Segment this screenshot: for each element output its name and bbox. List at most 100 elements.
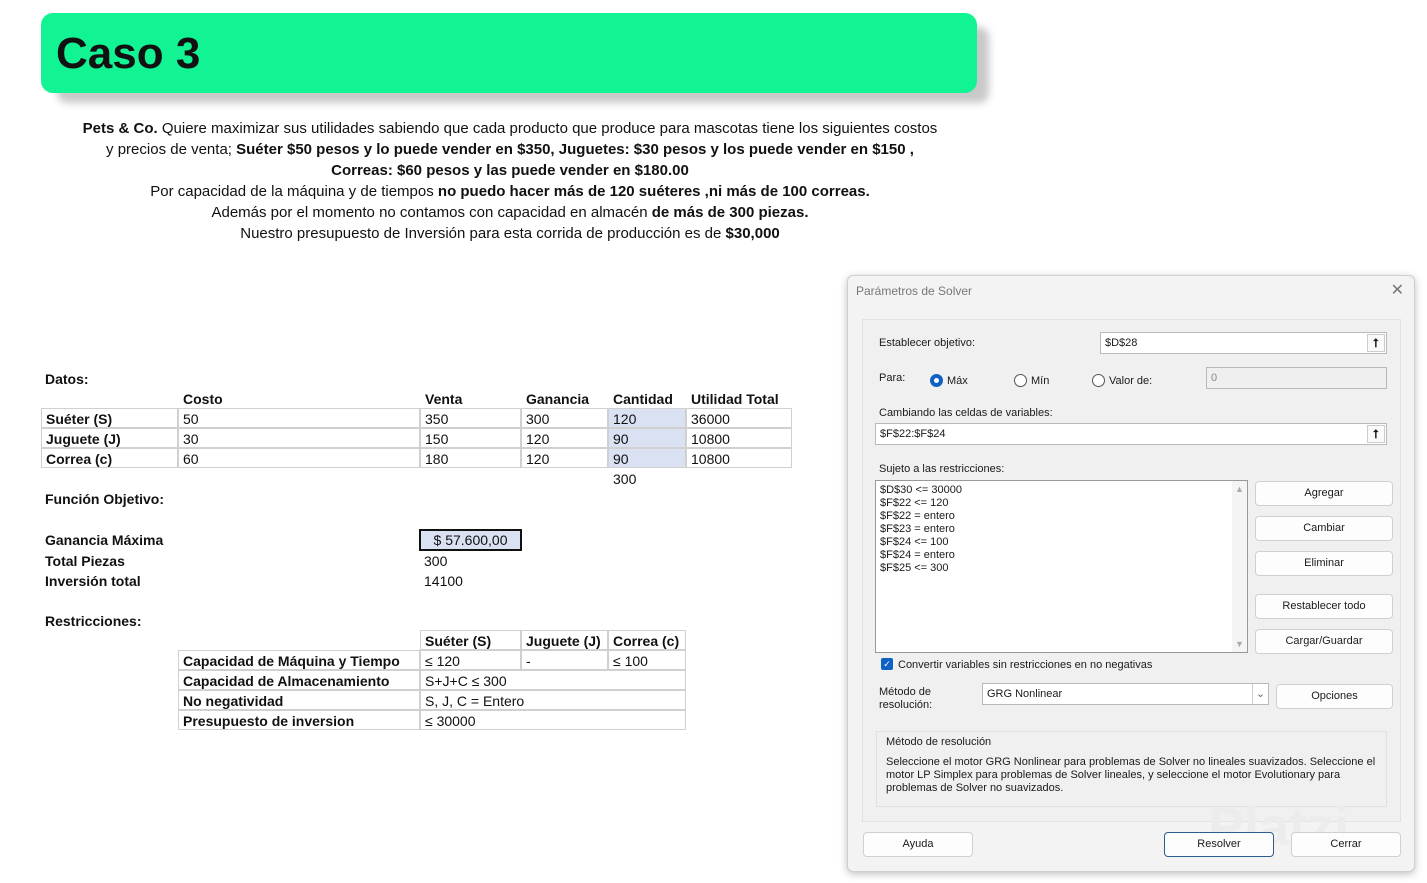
table-cell[interactable]: 50: [178, 408, 420, 428]
table-cell[interactable]: ≤ 30000: [420, 710, 686, 730]
constraints-list[interactable]: $D$30 <= 30000 $F$22 <= 120 $F$22 = entero…: [875, 480, 1248, 653]
intro-text: de más de 300 piezas.: [651, 204, 809, 221]
table-cell[interactable]: S, J, C = Entero: [420, 690, 686, 710]
constraint-item[interactable]: $F$24 = entero: [880, 549, 1243, 562]
eliminar-button[interactable]: Eliminar: [1255, 551, 1393, 576]
intro-text: no puedo hacer más de 120 suéteres ,ni m…: [437, 183, 870, 200]
title-banner: Caso 3: [41, 13, 977, 93]
column-header: Ganancia: [526, 391, 590, 407]
collapse-ref-icon[interactable]: ⭡: [1367, 334, 1385, 352]
cambiando-value: $F$22:$F$24: [880, 428, 946, 440]
min-label: Mín: [1031, 375, 1050, 387]
ganancia-label: Ganancia Máxima: [45, 532, 164, 548]
checkbox-label: Convertir variables sin restricciones en…: [898, 659, 1153, 671]
table-cell[interactable]: S+J+C ≤ 300: [420, 670, 686, 690]
checkbox-nonneg[interactable]: ✓: [881, 658, 893, 670]
close-icon[interactable]: ✕: [1391, 280, 1404, 300]
cerrar-button[interactable]: Cerrar: [1291, 832, 1401, 857]
intro-text: $30,000: [725, 225, 780, 242]
cambiando-input[interactable]: $F$22:$F$24 ⭡: [875, 423, 1387, 445]
metodo-value: GRG Nonlinear: [987, 688, 1063, 700]
table-cell[interactable]: 10800: [686, 428, 792, 448]
cambiando-label: Cambiando las celdas de variables:: [879, 407, 1053, 419]
radio-valor[interactable]: [1092, 374, 1105, 387]
opciones-button[interactable]: Opciones: [1276, 684, 1393, 709]
column-header: Costo: [183, 391, 223, 407]
problem-statement: Pets & Co. Quiere maximizar sus utilidad…: [40, 118, 980, 244]
inversion-value: 14100: [424, 573, 463, 589]
table-cell[interactable]: 300: [521, 408, 608, 428]
table-cell[interactable]: ≤ 100: [608, 650, 686, 670]
table-cell[interactable]: 180: [420, 448, 521, 468]
table-cell[interactable]: 90: [608, 448, 686, 468]
desc-title: Método de resolución: [886, 736, 992, 748]
column-header: Cantidad: [613, 391, 673, 407]
table-cell[interactable]: 60: [178, 448, 420, 468]
constraint-item[interactable]: $D$30 <= 30000: [880, 484, 1243, 497]
intro-text: Por capacidad de la máquina y de tiempos: [150, 183, 438, 200]
table-cell[interactable]: -: [521, 650, 608, 670]
restablecer-button[interactable]: Restablecer todo: [1255, 594, 1393, 619]
intro-text: Nuestro presupuesto de Inversión para es…: [240, 225, 726, 242]
constraint-item[interactable]: $F$22 = entero: [880, 510, 1243, 523]
ayuda-button[interactable]: Ayuda: [863, 832, 973, 857]
radio-max[interactable]: [930, 374, 943, 387]
scrollbar[interactable]: ▲ ▼: [1232, 481, 1247, 652]
table-cell[interactable]: 150: [420, 428, 521, 448]
table-cell[interactable]: 30: [178, 428, 420, 448]
solver-dialog: Parámetros de Solver ✕ Establecer objeti…: [847, 275, 1415, 872]
column-header: Correa (c): [608, 630, 686, 650]
resolver-button[interactable]: Resolver: [1164, 832, 1274, 857]
metodo-label-2: resolución:: [879, 699, 933, 711]
chevron-down-icon[interactable]: ⌄: [1252, 684, 1268, 704]
radio-min[interactable]: [1014, 374, 1027, 387]
metodo-select[interactable]: GRG Nonlinear ⌄: [982, 683, 1269, 705]
table-cell[interactable]: 350: [420, 408, 521, 428]
objetivo-label: Establecer objetivo:: [879, 337, 975, 349]
row-label[interactable]: Presupuesto de inversion: [178, 710, 420, 730]
row-label[interactable]: Capacidad de Almacenamiento: [178, 670, 420, 690]
row-label[interactable]: Suéter (S): [41, 408, 178, 428]
sujeto-label: Sujeto a las restricciones:: [879, 463, 1005, 475]
table-cell[interactable]: 120: [521, 448, 608, 468]
cambiar-button[interactable]: Cambiar: [1255, 516, 1393, 541]
intro-text: Quiere maximizar sus utilidades sabiendo…: [157, 120, 938, 137]
ganancia-value[interactable]: $ 57.600,00: [419, 529, 522, 551]
table-cell[interactable]: ≤ 120: [420, 650, 521, 670]
table-cell[interactable]: 120: [521, 428, 608, 448]
piezas-value: 300: [424, 553, 448, 569]
constraint-item[interactable]: $F$24 <= 100: [880, 536, 1243, 549]
table-cell[interactable]: 120: [608, 408, 686, 428]
max-label: Máx: [947, 375, 968, 387]
cargar-guardar-button[interactable]: Cargar/Guardar: [1255, 629, 1393, 654]
metodo-label: Método de: [879, 686, 931, 698]
column-header: Suéter (S): [420, 630, 521, 650]
valor-input[interactable]: 0: [1206, 367, 1387, 389]
row-label[interactable]: No negatividad: [178, 690, 420, 710]
row-label[interactable]: Capacidad de Máquina y Tiempo: [178, 650, 420, 670]
intro-text: Pets & Co.: [82, 120, 158, 137]
collapse-ref-icon[interactable]: ⭡: [1367, 425, 1385, 443]
column-header: Utilidad Total: [691, 391, 779, 407]
page-title: Caso 3: [56, 29, 201, 78]
constraint-item[interactable]: $F$22 <= 120: [880, 497, 1243, 510]
desc-text: Seleccione el motor GRG Nonlinear para p…: [886, 756, 1376, 794]
constraint-item[interactable]: $F$23 = entero: [880, 523, 1243, 536]
agregar-button[interactable]: Agregar: [1255, 481, 1393, 506]
table-cell[interactable]: 10800: [686, 448, 792, 468]
valor-label: Valor de:: [1109, 375, 1153, 387]
table-cell[interactable]: 90: [608, 428, 686, 448]
intro-text: Correas: $60 pesos y las puede vender en…: [331, 162, 689, 179]
piezas-label: Total Piezas: [45, 553, 125, 569]
objetivo-value: $D$28: [1105, 337, 1138, 349]
table-cell[interactable]: 36000: [686, 408, 792, 428]
objetivo-input[interactable]: $D$28 ⭡: [1100, 332, 1387, 354]
intro-text: Además por el momento no contamos con ca…: [211, 204, 652, 221]
column-header: Juguete (J): [521, 630, 608, 650]
row-label[interactable]: Correa (c): [41, 448, 178, 468]
inversion-label: Inversión total: [45, 573, 141, 589]
column-header: Venta: [425, 391, 463, 407]
para-label: Para:: [879, 372, 906, 384]
constraint-item[interactable]: $F$25 <= 300: [880, 562, 1243, 575]
row-label[interactable]: Juguete (J): [41, 428, 178, 448]
